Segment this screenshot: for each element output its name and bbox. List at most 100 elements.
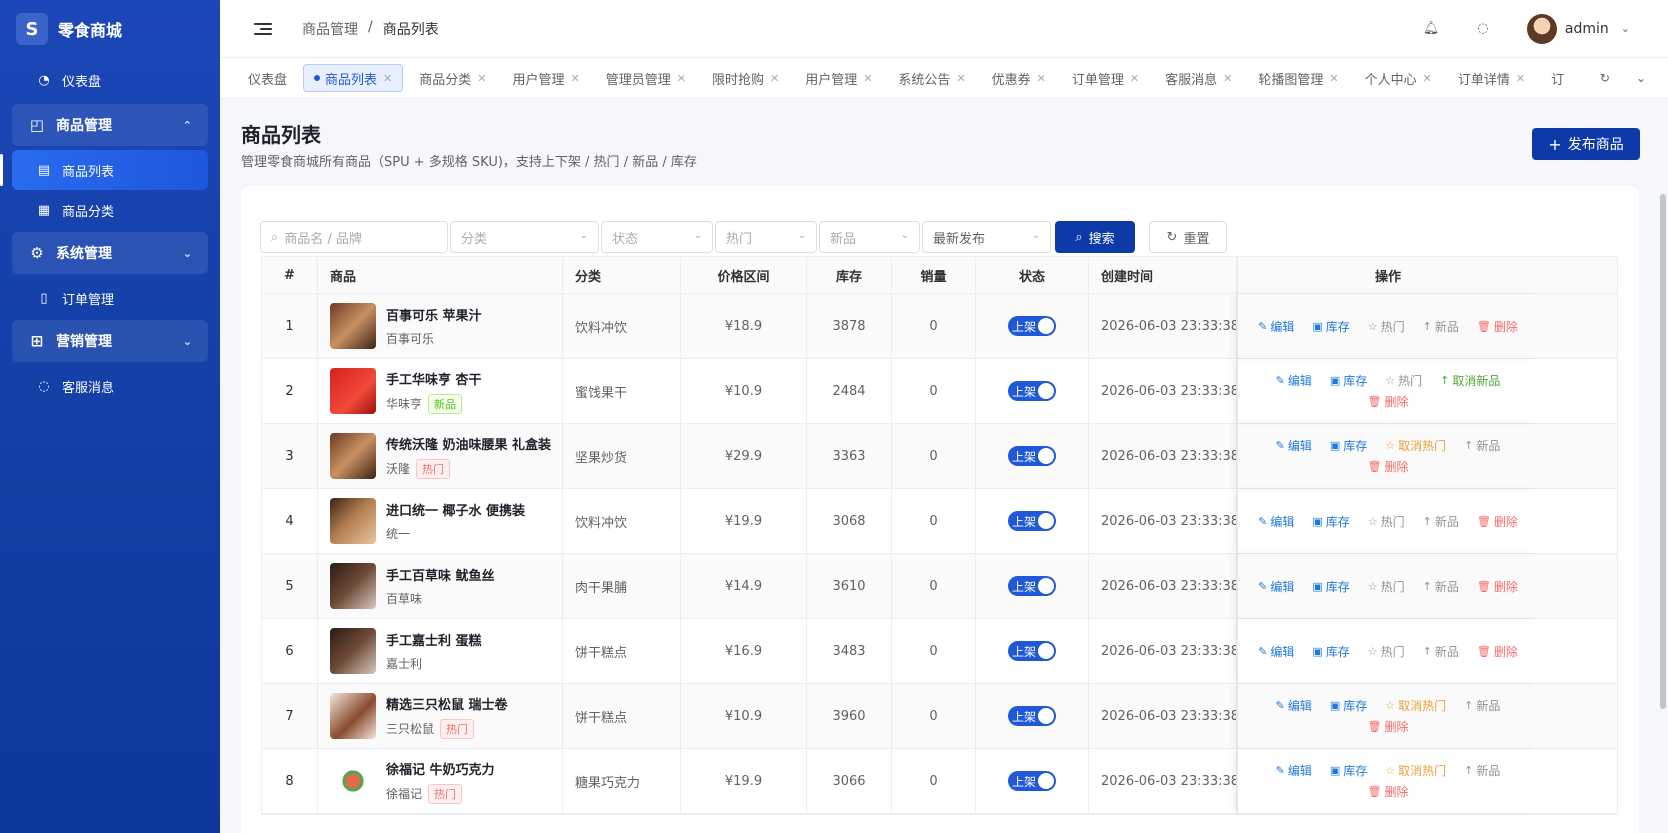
message-icon[interactable]: ◌: [1475, 21, 1491, 37]
tab-dashboard[interactable]: 仪表盘: [238, 64, 297, 92]
tab-product-list[interactable]: 商品列表 ✕: [303, 64, 404, 92]
tab-orders[interactable]: 订单管理 ✕: [1062, 64, 1149, 92]
stock-button[interactable]: ▣ 库存: [1330, 697, 1367, 714]
stock-button[interactable]: ▣ 库存: [1330, 372, 1367, 389]
edit-button[interactable]: ✎ 编辑: [1258, 578, 1294, 595]
stock-button[interactable]: ▣ 库存: [1312, 643, 1349, 660]
toggle-hot-button[interactable]: ☆ 热门: [1368, 513, 1405, 530]
breadcrumb-item[interactable]: 商品管理: [302, 19, 358, 39]
close-icon[interactable]: ✕: [956, 72, 965, 85]
status-toggle[interactable]: 上架: [1008, 771, 1056, 791]
avatar[interactable]: [1526, 13, 1557, 44]
sidebar-group-system[interactable]: ⚙ 系统管理 ⌄: [12, 232, 208, 274]
sidebar-group-marketing[interactable]: ⊞ 营销管理 ⌄: [12, 320, 208, 362]
status-toggle[interactable]: 上架: [1008, 706, 1056, 726]
toggle-hot-button[interactable]: ☆ 取消热门: [1385, 762, 1446, 779]
logo[interactable]: S 零食商城: [0, 0, 220, 58]
status-toggle[interactable]: 上架: [1008, 641, 1056, 661]
close-icon[interactable]: ✕: [1516, 72, 1525, 85]
edit-button[interactable]: ✎ 编辑: [1258, 643, 1294, 660]
stock-button[interactable]: ▣ 库存: [1312, 513, 1349, 530]
delete-button[interactable]: 🗑︎ 删除: [1477, 318, 1518, 335]
edit-button[interactable]: ✎ 编辑: [1258, 318, 1294, 335]
category-select[interactable]: 分类 ⌄: [450, 221, 599, 253]
close-icon[interactable]: ✕: [1423, 72, 1432, 85]
delete-button[interactable]: 🗑︎ 删除: [1368, 393, 1409, 410]
stock-button[interactable]: ▣ 库存: [1330, 437, 1367, 454]
tab-announcements[interactable]: 系统公告 ✕: [888, 64, 975, 92]
sidebar-item-product-category[interactable]: ▦ 商品分类: [12, 190, 208, 230]
sort-select[interactable]: 最新发布 ⌄: [922, 221, 1051, 253]
new-select[interactable]: 新品 ⌄: [819, 221, 920, 253]
toggle-new-button[interactable]: ↑ 新品: [1423, 643, 1459, 660]
username[interactable]: admin: [1565, 21, 1609, 37]
sidebar-item-product-list[interactable]: ▤ 商品列表: [0, 150, 208, 190]
tab-service-messages[interactable]: 客服消息 ✕: [1155, 64, 1242, 92]
edit-button[interactable]: ✎ 编辑: [1276, 372, 1312, 389]
delete-button[interactable]: 🗑︎ 删除: [1368, 458, 1409, 475]
status-toggle[interactable]: 上架: [1008, 381, 1056, 401]
toggle-hot-button[interactable]: ☆ 热门: [1368, 318, 1405, 335]
toggle-hot-button[interactable]: ☆ 取消热门: [1385, 437, 1446, 454]
scrollbar[interactable]: [1660, 194, 1666, 709]
tab-product-category[interactable]: 商品分类 ✕: [409, 64, 496, 92]
tab-truncated[interactable]: 订: [1541, 64, 1574, 92]
status-toggle[interactable]: 上架: [1008, 511, 1056, 531]
toggle-new-button[interactable]: ↑ 新品: [1464, 697, 1500, 714]
toggle-new-button[interactable]: ↑ 新品: [1423, 318, 1459, 335]
close-icon[interactable]: ✕: [863, 72, 872, 85]
sidebar-item-service-messages[interactable]: ◌ 客服消息: [12, 366, 208, 406]
chevron-down-icon[interactable]: ⌄: [1621, 22, 1630, 35]
close-icon[interactable]: ✕: [677, 72, 686, 85]
toggle-hot-button[interactable]: ☆ 取消热门: [1385, 697, 1446, 714]
close-icon[interactable]: ✕: [383, 72, 392, 85]
reset-button[interactable]: ↻ 重置: [1149, 221, 1227, 253]
toggle-new-button[interactable]: ↑ 新品: [1464, 437, 1500, 454]
tab-users[interactable]: 用户管理 ✕: [502, 64, 589, 92]
menu-toggle-icon[interactable]: [254, 22, 272, 35]
search-input[interactable]: ⌕ 商品名 / 品牌: [260, 221, 448, 253]
delete-button[interactable]: 🗑︎ 删除: [1477, 643, 1518, 660]
delete-button[interactable]: 🗑︎ 删除: [1368, 783, 1409, 800]
status-select[interactable]: 状态 ⌄: [601, 221, 713, 253]
close-icon[interactable]: ✕: [770, 72, 779, 85]
stock-button[interactable]: ▣ 库存: [1330, 762, 1367, 779]
sidebar-item-orders[interactable]: ▯ 订单管理: [12, 278, 208, 318]
edit-button[interactable]: ✎ 编辑: [1276, 762, 1312, 779]
toggle-new-button[interactable]: ↑ 取消新品: [1440, 372, 1500, 389]
tab-admins[interactable]: 管理员管理 ✕: [596, 64, 696, 92]
tab-order-detail[interactable]: 订单详情 ✕: [1448, 64, 1535, 92]
delete-button[interactable]: 🗑︎ 删除: [1477, 513, 1518, 530]
sidebar-group-products[interactable]: ◰ 商品管理 ⌃: [12, 104, 208, 146]
edit-button[interactable]: ✎ 编辑: [1276, 697, 1312, 714]
close-icon[interactable]: ✕: [1130, 72, 1139, 85]
chevron-down-icon[interactable]: ⌄: [1636, 71, 1646, 85]
close-icon[interactable]: ✕: [1037, 72, 1046, 85]
toggle-hot-button[interactable]: ☆ 热门: [1385, 372, 1422, 389]
close-icon[interactable]: ✕: [1223, 72, 1232, 85]
status-toggle[interactable]: 上架: [1008, 316, 1056, 336]
stock-button[interactable]: ▣ 库存: [1312, 318, 1349, 335]
edit-button[interactable]: ✎ 编辑: [1276, 437, 1312, 454]
close-icon[interactable]: ✕: [477, 72, 486, 85]
stock-button[interactable]: ▣ 库存: [1312, 578, 1349, 595]
edit-button[interactable]: ✎ 编辑: [1258, 513, 1294, 530]
delete-button[interactable]: 🗑︎ 删除: [1477, 578, 1518, 595]
close-icon[interactable]: ✕: [1329, 72, 1338, 85]
bell-icon[interactable]: 🔔︎: [1423, 21, 1440, 37]
hot-select[interactable]: 热门 ⌄: [715, 221, 817, 253]
refresh-icon[interactable]: ↻: [1600, 71, 1610, 85]
tab-banners[interactable]: 轮播图管理 ✕: [1248, 64, 1348, 92]
publish-product-button[interactable]: + 发布商品: [1532, 128, 1640, 160]
status-toggle[interactable]: 上架: [1008, 576, 1056, 596]
toggle-new-button[interactable]: ↑ 新品: [1423, 513, 1459, 530]
toggle-new-button[interactable]: ↑ 新品: [1464, 762, 1500, 779]
tab-flash-sale[interactable]: 限时抢购 ✕: [702, 64, 789, 92]
toggle-hot-button[interactable]: ☆ 热门: [1368, 578, 1405, 595]
delete-button[interactable]: 🗑︎ 删除: [1368, 718, 1409, 735]
tab-coupons[interactable]: 优惠券 ✕: [982, 64, 1056, 92]
toggle-new-button[interactable]: ↑ 新品: [1423, 578, 1459, 595]
toggle-hot-button[interactable]: ☆ 热门: [1368, 643, 1405, 660]
tab-users-2[interactable]: 用户管理 ✕: [795, 64, 882, 92]
tab-profile[interactable]: 个人中心 ✕: [1355, 64, 1442, 92]
